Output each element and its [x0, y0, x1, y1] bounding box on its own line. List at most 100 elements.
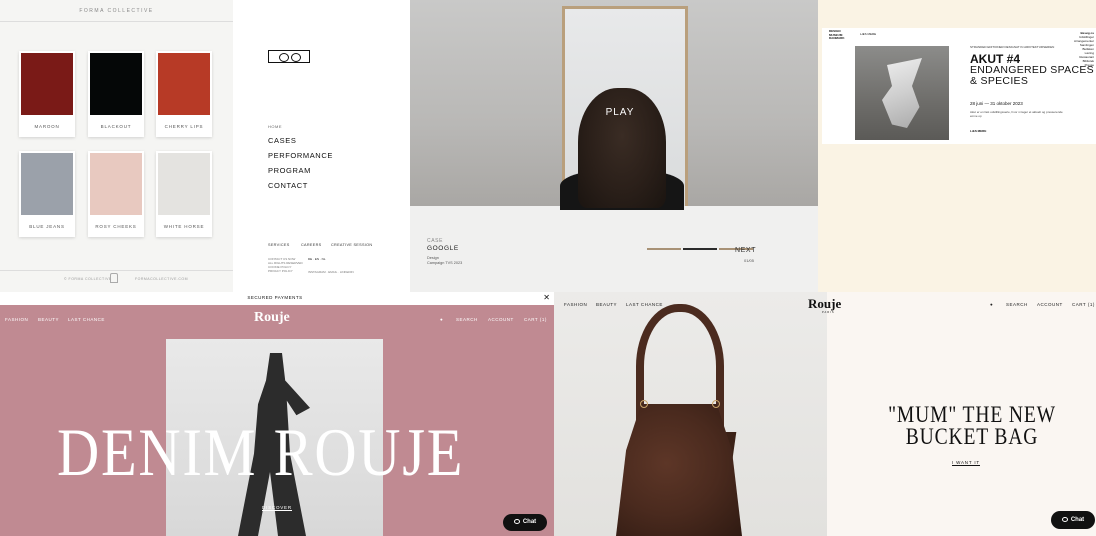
- swatch-color: [21, 53, 73, 115]
- close-icon[interactable]: ✕: [543, 293, 550, 302]
- progress-bar-1[interactable]: [647, 248, 681, 250]
- headline-line: BUCKET BAG: [905, 424, 1039, 449]
- progress-bar-2[interactable]: [683, 248, 717, 250]
- chat-button[interactable]: Chat: [503, 514, 547, 531]
- swatch-color: [21, 153, 73, 215]
- play-button[interactable]: PLAY: [410, 107, 818, 118]
- chat-icon: [1061, 517, 1068, 522]
- case-description: Design Campaign TVS 2023: [427, 256, 462, 266]
- case-desc-line: Campaign TVS 2023: [427, 261, 463, 265]
- social-links[interactable]: INSTAGRAM · EMAIL · LINKEDIN: [308, 270, 354, 274]
- video-case-panel: PLAY CASE GOOGLE Design Campaign TVS 202…: [410, 0, 818, 292]
- announcement-bar: SECURED PAYMENTS ✕: [0, 292, 554, 305]
- announcement-text: SECURED PAYMENTS: [247, 295, 303, 300]
- side-nav-item[interactable]: Presse: [1072, 63, 1094, 67]
- swatch-label: BLACKOUT: [100, 124, 132, 129]
- brand-logo[interactable]: Rouje: [254, 310, 290, 326]
- swatch-card[interactable]: BLUE JEANS: [19, 151, 75, 237]
- language-switcher[interactable]: DE · EN · NL: [308, 257, 326, 261]
- nav-beauty[interactable]: BEAUTY: [38, 317, 59, 322]
- breadcrumb-home[interactable]: HOME: [268, 124, 282, 129]
- menu-item-performance[interactable]: PERFORMANCE: [268, 148, 333, 163]
- swatch-color: [158, 53, 210, 115]
- menu-item-cases[interactable]: CASES: [268, 133, 333, 148]
- nav-cart[interactable]: CART (1): [524, 317, 547, 322]
- swatch-card[interactable]: WHITE HORSE: [156, 151, 212, 237]
- want-it-link[interactable]: I WANT IT: [952, 460, 980, 466]
- case-label: CASE: [427, 238, 444, 244]
- agency-logo-icon[interactable]: [268, 50, 310, 63]
- hero-headline: "MUM" THE NEW BUCKET BAG: [870, 402, 1074, 449]
- swatch-color: [90, 53, 142, 115]
- footer-right[interactable]: FORMACOLLECTIVE.COM: [135, 277, 188, 281]
- dot-icon: ●: [440, 317, 444, 322]
- nav-search[interactable]: SEARCH: [1006, 302, 1028, 307]
- link-careers[interactable]: CAREERS: [301, 243, 321, 247]
- nav-fashion[interactable]: FASHION: [5, 317, 28, 322]
- color-palette-panel: FORMA COLLECTIVE MAROON BLACKOUT CHERRY …: [0, 0, 233, 292]
- nav-last-chance[interactable]: LAST CHANCE: [68, 317, 105, 322]
- dot-icon: ●: [990, 302, 994, 307]
- nav-cart[interactable]: CART (1): [1072, 302, 1095, 307]
- swatch-label: WHITE HORSE: [163, 224, 205, 229]
- exhibition-panel: DESIGN MUSEUM DANMARK LÆS MERE STRANDED …: [818, 0, 1096, 292]
- menu-item-contact[interactable]: CONTACT: [268, 178, 333, 193]
- discover-link[interactable]: DISCOVER: [262, 505, 292, 511]
- chat-icon: [513, 519, 520, 524]
- slide-counter: 01/05: [744, 258, 755, 263]
- swatch-card[interactable]: ROSY CHEEKS: [88, 151, 144, 237]
- nav-beauty[interactable]: BEAUTY: [596, 302, 617, 307]
- nav-last-chance[interactable]: LAST CHANCE: [626, 302, 663, 307]
- exhibition-dates: 28 juni — 31 oktober 2023: [970, 101, 1023, 106]
- link-creative-session[interactable]: CREATIVE SESSION: [331, 243, 372, 247]
- chat-label: Chat: [1070, 517, 1085, 523]
- museum-logo[interactable]: DESIGN MUSEUM DANMARK: [829, 29, 845, 41]
- rouje-denim-panel: SECURED PAYMENTS ✕ FASHION BEAUTY LAST C…: [0, 292, 554, 536]
- bag-photo: [554, 292, 827, 536]
- sculpture-shape: [882, 58, 922, 128]
- exhibition-excerpt: Akut er en fast udstillingsserie, hvor v…: [970, 110, 1063, 118]
- swatch-card[interactable]: MAROON: [19, 51, 75, 137]
- divider: [0, 270, 233, 271]
- divider: [0, 21, 233, 22]
- nav-search[interactable]: SEARCH: [456, 317, 478, 322]
- exhibition-subtitle: ENDANGERED SPACES & SPECIES: [970, 64, 1094, 87]
- chat-button[interactable]: Chat: [1051, 511, 1095, 529]
- link-services[interactable]: SERVICES: [268, 243, 290, 247]
- swatch-label: MAROON: [34, 124, 60, 129]
- sculpture-photo: [855, 46, 949, 140]
- footer-logo-icon: [110, 273, 118, 283]
- exhibition-card: DESIGN MUSEUM DANMARK LÆS MERE STRANDED …: [822, 28, 1096, 144]
- brand-logo-sub: PARIS: [822, 311, 835, 314]
- logo-line: DANMARK: [829, 36, 845, 40]
- next-button[interactable]: NEXT: [735, 247, 756, 254]
- swatch-label: BLUE JEANS: [29, 224, 65, 229]
- exhibition-series: STRANDED EDITIONER DESIGNAT IN ARKITEKTU…: [970, 45, 1055, 49]
- brand-logo[interactable]: Rouje: [808, 296, 841, 312]
- swatch-card[interactable]: BLACKOUT: [88, 51, 144, 137]
- hero-photo: [410, 0, 818, 210]
- bag-ring-icon: [640, 400, 648, 408]
- swatch-label: CHERRY LIPS: [164, 124, 204, 129]
- brand-title: FORMA COLLECTIVE: [79, 8, 154, 14]
- read-more-link[interactable]: LÆS MERE: [970, 129, 986, 133]
- footer-left: © FORMA COLLECTIVE: [64, 277, 112, 281]
- nav-fashion[interactable]: FASHION: [564, 302, 587, 307]
- swatch-color: [90, 153, 142, 215]
- menu-item-program[interactable]: PROGRAM: [268, 163, 333, 178]
- privacy-link[interactable]: PRIVACY POLICY: [268, 269, 303, 273]
- main-menu: CASES PERFORMANCE PROGRAM CONTACT: [268, 133, 333, 193]
- nav-account[interactable]: ACCOUNT: [1037, 302, 1063, 307]
- nav-account[interactable]: ACCOUNT: [488, 317, 514, 322]
- swatch-label: ROSY CHEEKS: [95, 224, 137, 229]
- swatch-card[interactable]: CHERRY LIPS: [156, 51, 212, 137]
- top-link[interactable]: LÆS MERE: [860, 32, 876, 36]
- bag-body: [616, 404, 742, 536]
- contact-info: CONTACT US NOW ALL RIGHTS RESERVED COOKI…: [268, 257, 303, 273]
- headline-line: "MUM" THE NEW: [888, 402, 1056, 427]
- figure-hair: [578, 88, 666, 208]
- hero-headline: DENIM ROUJE: [57, 414, 465, 490]
- bag-ring-icon: [712, 400, 720, 408]
- case-client: GOOGLE: [427, 245, 459, 252]
- agency-menu-panel: HOME CASES PERFORMANCE PROGRAM CONTACT S…: [233, 0, 410, 292]
